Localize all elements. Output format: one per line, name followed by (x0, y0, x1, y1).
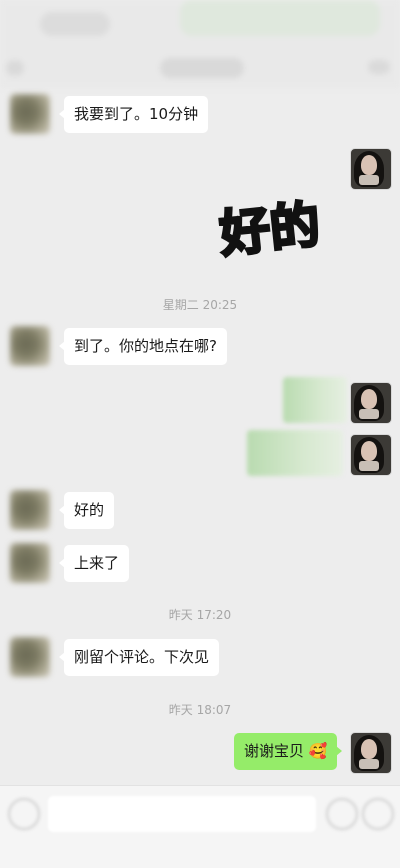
contact-avatar[interactable] (10, 543, 50, 583)
contact-avatar[interactable] (10, 326, 50, 366)
timestamp: 昨天 18:07 (168, 703, 232, 717)
avatar-face (361, 389, 377, 409)
user-avatar[interactable] (350, 148, 392, 190)
contact-avatar[interactable] (10, 637, 50, 677)
message-text: 刚留个评论。下次见 (74, 648, 210, 666)
contact-avatar[interactable] (10, 94, 50, 134)
timestamp: 昨天 17:20 (168, 608, 232, 622)
emoji-icon[interactable] (326, 798, 358, 830)
blurred-message-outgoing[interactable] (283, 377, 347, 423)
message-text: 到了。你的地点在哪? (74, 337, 217, 355)
contact-avatar[interactable] (10, 490, 50, 530)
message-bubble-incoming[interactable]: 好的 (58, 492, 115, 529)
sticker-text: 好的 (216, 196, 323, 260)
avatar-cup (359, 759, 379, 769)
message-bubble-incoming[interactable]: 刚留个评论。下次见 (58, 639, 220, 676)
message-text: 好的 (74, 501, 105, 519)
sticker-image: 好的 (215, 194, 325, 265)
timestamp: 星期二 20:25 (162, 298, 238, 312)
message-bubble-incoming[interactable]: 上来了 (58, 545, 130, 582)
message-text: 谢谢宝贝 (244, 742, 305, 760)
user-avatar[interactable] (350, 382, 392, 424)
avatar-face (361, 739, 377, 759)
avatar-face (361, 441, 377, 461)
avatar-cup (359, 461, 379, 471)
message-input[interactable] (48, 796, 316, 832)
smiling-face-with-hearts-emoji: 🥰 (308, 742, 328, 760)
sticker-message[interactable]: 好的 (215, 190, 340, 265)
avatar-cup (359, 409, 379, 419)
blurred-message-outgoing[interactable] (247, 430, 343, 476)
message-bubble-incoming[interactable]: 到了。你的地点在哪? (59, 328, 227, 365)
voice-icon[interactable] (8, 798, 40, 830)
avatar-cup (359, 175, 379, 185)
message-text: 我要到了。10分钟 (74, 105, 199, 123)
plus-icon[interactable] (362, 798, 394, 830)
user-avatar[interactable] (350, 732, 392, 774)
message-list[interactable]: 我要到了。10分钟 好的 星期二 20:25 到了。你的地点在哪? 好的 上来了 (0, 0, 400, 785)
user-avatar[interactable] (350, 434, 392, 476)
message-bubble-outgoing[interactable]: 谢谢宝贝 🥰 (234, 733, 343, 770)
message-bubble-incoming[interactable]: 我要到了。10分钟 (58, 96, 209, 133)
message-text: 上来了 (74, 554, 120, 572)
avatar-face (361, 155, 377, 175)
input-bar (0, 785, 400, 868)
